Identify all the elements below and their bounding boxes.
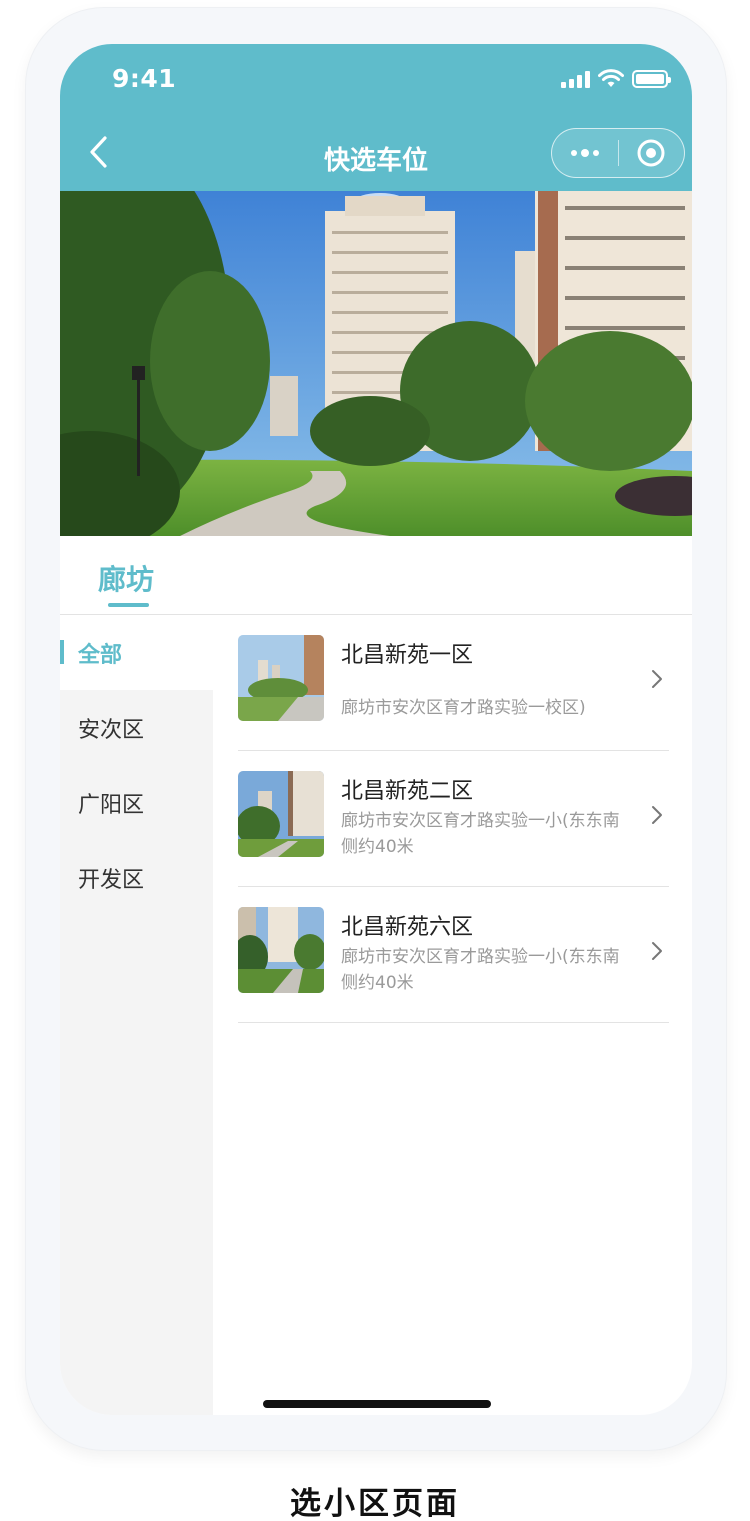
chevron-right-icon: [649, 939, 665, 963]
status-time: 9:41: [112, 64, 177, 93]
sidebar-item-guangyang[interactable]: 广阳区: [60, 765, 213, 840]
target-icon: [637, 139, 665, 167]
list-item[interactable]: 北昌新苑二区 廊坊市安次区育才路实验一小(东东南侧约40米: [238, 751, 669, 887]
community-address: 廊坊市安次区育才路实验一校区): [341, 698, 586, 718]
mini-program-capsule: [551, 128, 685, 178]
chevron-right-icon: [649, 667, 665, 691]
community-name: 北昌新苑一区: [341, 643, 474, 668]
list-item[interactable]: 北昌新苑一区 廊坊市安次区育才路实验一校区): [238, 615, 669, 751]
district-sidebar: 全部 安次区 广阳区 开发区: [60, 615, 213, 1415]
home-indicator[interactable]: [263, 1400, 491, 1408]
community-thumbnail: [238, 907, 324, 993]
community-thumbnail: [238, 771, 324, 857]
community-thumbnail: [238, 635, 324, 721]
nav-bar: 9:41 快选车位: [60, 44, 692, 191]
community-address: 廊坊市安次区育才路实验一小(东东南侧约40米: [341, 947, 620, 993]
more-dots-icon: [570, 148, 599, 157]
status-icons: [561, 68, 671, 90]
sidebar-item-anci[interactable]: 安次区: [60, 690, 213, 765]
community-banner-image: [60, 191, 692, 536]
community-name: 北昌新苑六区: [341, 915, 474, 940]
list-item[interactable]: 北昌新苑六区 廊坊市安次区育才路实验一小(东东南侧约40米: [238, 887, 669, 1023]
sidebar-item-kaifa[interactable]: 开发区: [60, 840, 213, 915]
more-button[interactable]: [552, 129, 618, 177]
close-mini-program-button[interactable]: [619, 129, 685, 177]
phone-screen: 9:41 快选车位 廊坊 全部 安次区 广阳区 开发区 北昌新苑一区 廊坊市安次…: [60, 44, 692, 1415]
tab-city-langfang[interactable]: 廊坊: [98, 558, 154, 598]
community-address: 廊坊市安次区育才路实验一小(东东南侧约40米: [341, 811, 620, 857]
signal-icon: [561, 70, 590, 88]
community-name: 北昌新苑二区: [341, 779, 474, 804]
screen-caption: 选小区页面: [290, 1486, 460, 1521]
community-list: 北昌新苑一区 廊坊市安次区育才路实验一校区) 北昌新苑二区 廊坊市安次区育才路实…: [238, 615, 669, 1023]
wifi-icon: [598, 69, 624, 87]
battery-icon: [632, 70, 671, 88]
city-tab-bar: 廊坊: [60, 536, 692, 615]
chevron-right-icon: [649, 803, 665, 827]
sidebar-item-all[interactable]: 全部: [60, 615, 213, 690]
active-tab-indicator: [108, 603, 149, 607]
